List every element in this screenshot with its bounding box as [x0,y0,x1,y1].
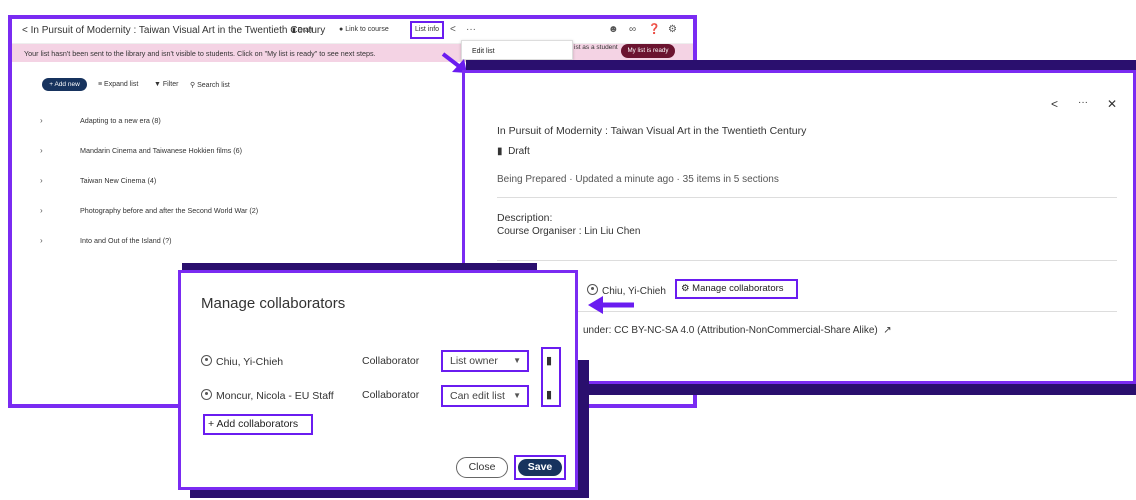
manage-collaborators-link[interactable]: ⚙ Manage collaborators [675,279,798,299]
filter-button[interactable]: ▼ Filter [154,81,178,88]
draft-status: ▮ Draft [497,146,530,157]
banner-text: Your list hasn't been sent to the librar… [24,49,376,58]
chevron-right-icon: › [40,206,43,215]
share-icon[interactable]: < [1051,97,1058,111]
add-new-button[interactable]: + Add new [42,78,87,91]
section-row[interactable]: › Adapting to a new era (8) [40,116,161,125]
search-list-button[interactable]: ⚲ Search list [190,81,230,89]
caret-down-icon: ▼ [513,356,521,365]
link-icon[interactable]: ∞ [629,24,636,35]
person-icon [201,389,212,400]
trash-icon[interactable]: ▮ [546,354,552,367]
section-row[interactable]: › Mandarin Cinema and Taiwanese Hokkien f… [40,146,242,155]
help-icon[interactable]: ❓ [648,24,660,35]
divider [497,197,1117,198]
remove-buttons-group: ▮ ▮ [541,347,561,407]
chevron-right-icon: › [40,176,43,185]
close-button[interactable]: Close [456,457,508,478]
person-icon [201,355,212,366]
link-course-button[interactable]: ● Link to course [339,26,389,33]
list-title: < In Pursuit of Modernity : Taiwan Visua… [22,25,326,36]
divider [497,260,1117,261]
panel-title: In Pursuit of Modernity : Taiwan Visual … [497,125,807,137]
collaborator-role: Collaborator [362,355,420,367]
user-icon[interactable]: ☻ [608,24,619,35]
permission-select[interactable]: Can edit list ▼ [441,385,529,407]
expand-list-button[interactable]: ≡ Expand list [98,81,138,88]
section-row[interactable]: › Photography before and after the Second… [40,206,258,215]
share-icon[interactable]: < [450,24,456,35]
close-icon[interactable]: ✕ [1107,97,1117,111]
section-row[interactable]: › Taiwan New Cinema (4) [40,176,156,185]
chevron-right-icon: › [40,116,43,125]
trash-icon[interactable]: ▮ [546,388,552,401]
list-header: < In Pursuit of Modernity : Taiwan Visua… [12,19,693,44]
collaborator-role: Collaborator [362,389,420,401]
permission-select[interactable]: List owner ▼ [441,350,529,372]
description-text: Course Organiser : Lin Liu Chen [497,226,641,237]
my-list-ready-button[interactable]: My list is ready [621,44,675,58]
add-collaborators-button[interactable]: + Add collaborators [203,414,313,435]
view-as-student-link[interactable]: ist as a student [574,44,618,51]
pointer-arrow-icon [588,296,634,314]
manage-collaborators-modal: Manage collaborators Chiu, Yi-Chieh Coll… [178,270,578,490]
chevron-right-icon: › [40,236,43,245]
chevron-right-icon: › [40,146,43,155]
more-icon[interactable]: ··· [466,24,476,35]
list-menu-dropdown: Edit list [461,40,573,60]
section-row[interactable]: › Into and Out of the Island (?) [40,236,172,245]
description-label: Description: [497,212,553,224]
modal-title: Manage collaborators [201,295,346,312]
more-icon[interactable]: ··· [1078,97,1088,108]
collaborator-name: Chiu, Yi-Chieh [201,355,283,368]
license-text: under: CC BY-NC-SA 4.0 (Attribution-NonC… [583,325,892,336]
collaborator-name: Moncur, Nicola - EU Staff [201,389,334,402]
list-info-button[interactable]: List info [410,21,444,39]
settings-icon[interactable]: ⚙ [668,24,677,35]
edit-list-menu-item[interactable]: Edit list [472,48,495,55]
caret-down-icon: ▼ [513,391,521,400]
list-meta: Being Prepared · Updated a minute ago · … [497,174,779,185]
draft-chip: ▮ Draft [292,27,313,34]
save-button[interactable]: Save [514,455,566,480]
